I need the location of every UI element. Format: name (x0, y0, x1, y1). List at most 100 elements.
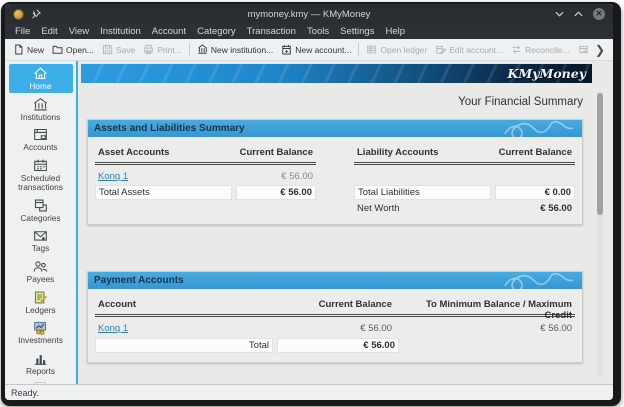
sidebar-item-partial[interactable] (9, 380, 73, 384)
account-link-konq1[interactable]: Konq 1 (98, 323, 128, 334)
kmymoney-banner: KMyMoney (81, 64, 592, 83)
titlebar: mymoney.kmy — KMyMoney ✕ (5, 4, 613, 24)
app-window: mymoney.kmy — KMyMoney ✕ File Edit View … (1, 2, 621, 406)
menu-file[interactable]: File (15, 26, 30, 37)
menu-settings[interactable]: Settings (340, 26, 374, 37)
scheduled-icon (32, 158, 49, 173)
payment-accounts-table: Account Current Balance To Minimum Balan… (88, 289, 582, 362)
new-credit-transfer-button[interactable]: New credit transfer (574, 42, 591, 57)
payment-minmax-value: € 56.00 (395, 322, 575, 335)
sidebar-item-tags[interactable]: Tags (9, 226, 73, 255)
save-button[interactable]: Save (98, 42, 139, 57)
asset-balance-value: € 56.00 (236, 170, 316, 183)
close-button[interactable]: ✕ (593, 8, 605, 20)
minimize-button[interactable] (555, 11, 564, 17)
menubar: File Edit View Institution Account Categ… (5, 24, 613, 39)
status-text: Ready. (11, 388, 39, 398)
payment-accounts-header: Payment Accounts (88, 272, 582, 289)
col-asset-accounts: Asset Accounts (95, 146, 236, 159)
new-account-button[interactable]: New account... (277, 42, 355, 57)
toolbar-separator (358, 43, 359, 56)
sidebar-item-institutions[interactable]: Institutions (9, 95, 73, 124)
categories-icon (32, 198, 49, 213)
net-worth-label: Net Worth (354, 202, 495, 215)
edit-account-button[interactable]: Edit account... (431, 42, 507, 57)
table-row: Konq 1 € 56.00 € 56.00 (95, 320, 575, 337)
reports-icon (32, 351, 49, 366)
save-icon (102, 44, 113, 55)
pin-icon[interactable] (31, 9, 41, 19)
reconcile-button[interactable]: Reconcile... (507, 42, 573, 57)
view-sidebar: Home Institutions Accounts Scheduled tra… (5, 61, 78, 384)
vertical-scrollbar[interactable] (597, 91, 603, 376)
page-title: Your Financial Summary (87, 96, 583, 108)
investments-icon (32, 320, 49, 335)
scrollbar-thumb[interactable] (597, 93, 603, 215)
bank-icon (197, 44, 208, 55)
payment-balance-value: € 56.00 (273, 322, 395, 335)
assets-liabilities-header: Assets and Liabilities Summary (88, 120, 582, 137)
payments-total-label: Total (95, 338, 273, 353)
sidebar-item-categories[interactable]: Categories (9, 196, 73, 225)
menu-edit[interactable]: Edit (41, 26, 57, 37)
home-view: KMyMoney Your Financial Summary Assets a… (78, 61, 613, 384)
credit-transfer-icon (578, 44, 589, 55)
total-assets-label: Total Assets (95, 185, 232, 200)
accounts-icon (32, 127, 49, 142)
new-button[interactable]: New (9, 42, 48, 57)
ledgers-icon (32, 290, 49, 305)
print-button[interactable]: Print... (139, 42, 186, 57)
payments-total-value: € 56.00 (277, 338, 399, 353)
net-worth-value: € 56.00 (495, 202, 575, 215)
menu-category[interactable]: Category (197, 26, 236, 37)
sidebar-item-home[interactable]: Home (9, 64, 73, 93)
table-row: Total € 56.00 (95, 337, 575, 354)
toolbar-overflow-chevron-icon[interactable]: ❯ (591, 44, 609, 56)
payees-icon (32, 259, 49, 274)
account-link-konq1[interactable]: Konq 1 (98, 171, 128, 182)
statusbar: Ready. (5, 384, 613, 400)
maximize-button[interactable] (574, 11, 583, 17)
menu-help[interactable]: Help (385, 26, 405, 37)
open-ledger-button[interactable]: Open ledger (362, 42, 431, 57)
sidebar-item-reports[interactable]: Reports (9, 349, 73, 378)
open-button[interactable]: Open... (48, 42, 98, 57)
table-row: Total Assets € 56.00 (95, 184, 316, 200)
flourish-decoration (500, 120, 580, 137)
col-min-balance-max-credit: To Minimum Balance / Maximum Credit (395, 298, 575, 322)
col-current-balance: Current Balance (495, 146, 575, 159)
ledger-grid-icon (366, 44, 377, 55)
menu-view[interactable]: View (69, 26, 89, 37)
toolbar-separator (189, 43, 190, 56)
sidebar-item-scheduled-transactions[interactable]: Scheduled transactions (9, 156, 73, 193)
kmymoney-app-icon (13, 9, 24, 20)
menu-transaction[interactable]: Transaction (247, 26, 296, 37)
total-assets-value: € 56.00 (236, 185, 316, 200)
menu-institution[interactable]: Institution (100, 26, 141, 37)
total-liabilities-value: € 0.00 (495, 185, 575, 200)
asset-accounts-table: Asset Accounts Current Balance Konq 1 € … (95, 146, 316, 216)
sidebar-item-ledgers[interactable]: Ledgers (9, 288, 73, 317)
window-title: mymoney.kmy — KMyMoney (5, 9, 613, 20)
print-icon (143, 44, 154, 55)
table-row: Net Worth € 56.00 (354, 200, 575, 216)
table-row: Total Liabilities € 0.00 (354, 184, 575, 200)
new-institution-button[interactable]: New institution... (193, 42, 277, 57)
assets-liabilities-section: Assets and Liabilities Summary Asset Acc… (87, 119, 583, 225)
home-icon (32, 66, 49, 81)
new-document-icon (13, 44, 24, 55)
toolbar: New Open... Save Print... New institutio… (5, 39, 613, 61)
payment-accounts-section: Payment Accounts Account Current Balance… (87, 271, 583, 363)
menu-account[interactable]: Account (152, 26, 186, 37)
kmymoney-logo: KMyMoney (508, 66, 586, 81)
sidebar-item-payees[interactable]: Payees (9, 257, 73, 286)
menu-tools[interactable]: Tools (307, 26, 329, 37)
sidebar-item-accounts[interactable]: Accounts (9, 125, 73, 154)
edit-account-icon (435, 44, 446, 55)
tags-icon (32, 228, 49, 243)
col-liability-accounts: Liability Accounts (354, 146, 495, 159)
col-current-balance: Current Balance (273, 298, 395, 311)
liability-accounts-table: Liability Accounts Current Balance Total… (354, 146, 575, 216)
institutions-icon (32, 97, 49, 112)
sidebar-item-investments[interactable]: Investments (9, 318, 73, 347)
